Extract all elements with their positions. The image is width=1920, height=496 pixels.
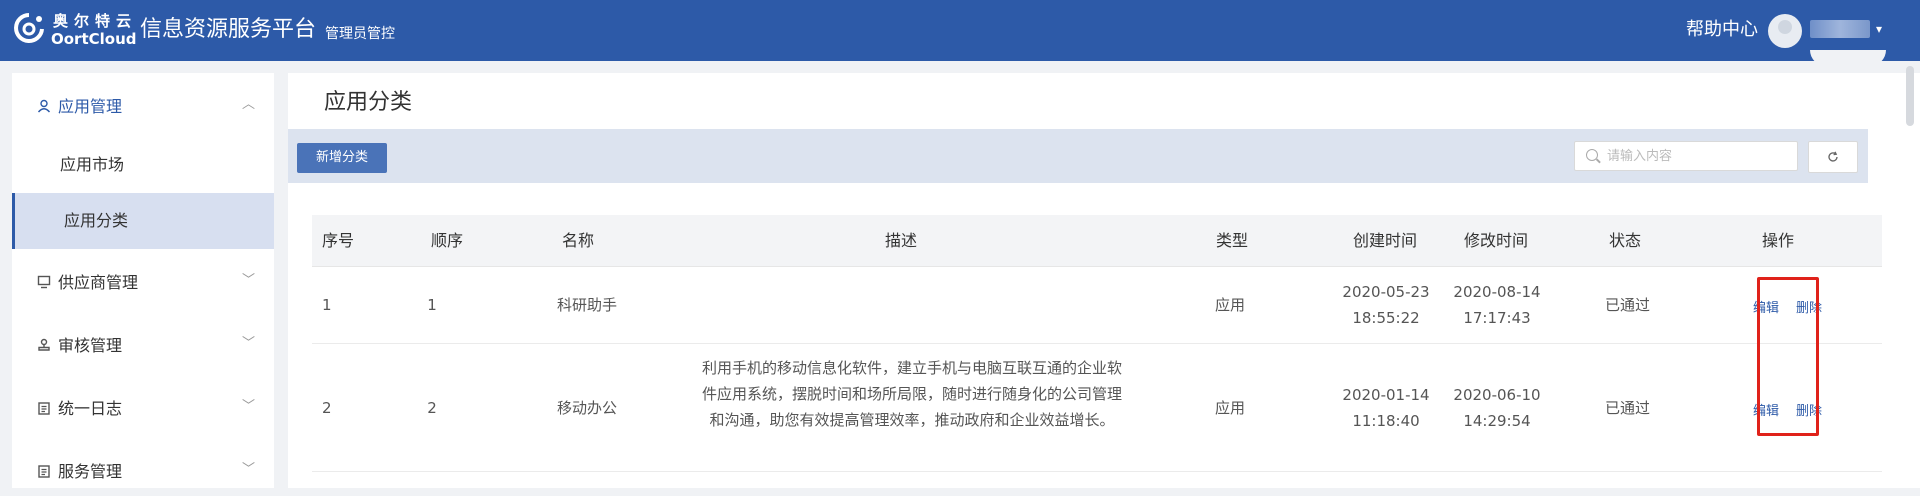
column-header-description: 描述 (885, 231, 918, 250)
page-scrollbar[interactable] (1906, 66, 1914, 126)
cell-modified-time: 17:17:43 (1463, 309, 1531, 327)
column-header-index: 序号 (322, 231, 355, 250)
search-box[interactable] (1574, 141, 1798, 171)
cell-created-time: 11:18:40 (1352, 412, 1420, 430)
edit-link[interactable]: 编辑 (1753, 400, 1779, 419)
cell-status: 已通过 (1605, 296, 1651, 314)
sidebar-group-label: 服务管理 (58, 462, 123, 481)
chevron-down-icon: ﹀ (242, 336, 256, 351)
cell-modified-time: 14:29:54 (1463, 412, 1531, 430)
user-icon (37, 99, 51, 113)
sidebar-group-label: 统一日志 (58, 399, 123, 418)
user-avatar[interactable] (1768, 14, 1802, 48)
table-header: 序号 顺序 名称 描述 类型 创建时间 修改时间 状态 操作 (312, 215, 1882, 267)
logo-text-en: OortCloud (51, 30, 137, 48)
column-header-type: 类型 (1216, 231, 1249, 250)
cell-index: 2 (322, 399, 332, 417)
page-title: 应用分类 (324, 90, 413, 115)
cell-created-date: 2020-01-14 (1342, 386, 1430, 404)
top-header: 奥尔特云 OortCloud 信息资源服务平台 管理员管控 帮助中心 ▾ (0, 0, 1920, 61)
chevron-down-icon: ﹀ (242, 273, 256, 288)
search-icon (1586, 149, 1598, 161)
cell-index: 1 (322, 296, 332, 314)
cell-modified-date: 2020-08-14 (1453, 283, 1541, 301)
cell-name: 移动办公 (557, 399, 618, 417)
sidebar-group-label: 应用管理 (58, 97, 123, 116)
clipboard-icon (37, 464, 51, 478)
cell-type: 应用 (1215, 296, 1246, 314)
user-name-blurred[interactable] (1810, 20, 1870, 38)
column-header-modified-time: 修改时间 (1464, 231, 1529, 250)
cell-order: 2 (427, 399, 437, 417)
edit-link[interactable]: 编辑 (1753, 297, 1779, 316)
sidebar-item-app-market[interactable]: 应用市场 (12, 137, 274, 193)
sidebar-group-service-management[interactable]: 服务管理 ﹀ (12, 448, 274, 496)
sidebar-item-app-category[interactable]: 应用分类 (12, 193, 274, 249)
admin-console-label: 管理员管控 (325, 26, 395, 42)
chevron-down-icon: ﹀ (242, 399, 256, 414)
sidebar-item-label: 应用市场 (60, 155, 125, 174)
cell-modified-date: 2020-06-10 (1453, 386, 1541, 404)
sidebar-group-audit-management[interactable]: 审核管理 ﹀ (12, 322, 274, 370)
column-header-actions: 操作 (1762, 231, 1795, 250)
logo-text-cn: 奥尔特云 (53, 12, 138, 30)
table-row: 1 1 科研助手 应用 2020-05-23 18:55:22 2020-08-… (312, 267, 1882, 344)
chevron-up-icon: ︿ (242, 97, 256, 112)
cell-name: 科研助手 (557, 296, 618, 314)
chevron-down-icon: ﹀ (242, 462, 256, 477)
sidebar: 应用管理 ︿ 应用市场 应用分类 供应商管理 ﹀ 审核管理 ﹀ 统一日志 ﹀ 服… (12, 73, 274, 488)
sidebar-group-unified-log[interactable]: 统一日志 ﹀ (12, 385, 274, 433)
column-header-created-time: 创建时间 (1353, 231, 1418, 250)
column-header-status: 状态 (1609, 231, 1642, 250)
app-title: 信息资源服务平台 (140, 17, 317, 42)
stamp-icon (37, 338, 51, 352)
toolbar: 新增分类 (288, 129, 1868, 183)
cell-type: 应用 (1215, 399, 1246, 417)
add-category-button[interactable]: 新增分类 (297, 143, 387, 173)
sidebar-group-supplier-management[interactable]: 供应商管理 ﹀ (12, 259, 274, 307)
oortcloud-logo-icon (14, 13, 44, 43)
sidebar-item-label: 应用分类 (64, 211, 129, 230)
refresh-button[interactable] (1808, 141, 1858, 173)
cell-created-date: 2020-05-23 (1342, 283, 1430, 301)
cell-order: 1 (427, 296, 437, 314)
sidebar-group-label: 审核管理 (58, 336, 123, 355)
cell-status: 已通过 (1605, 399, 1651, 417)
column-header-name: 名称 (562, 231, 595, 250)
table-row: 2 2 移动办公 利用手机的移动信息化软件，建立手机与电脑互联互通的企业软件应用… (312, 344, 1882, 472)
sidebar-group-label: 供应商管理 (58, 273, 139, 292)
sidebar-group-app-management[interactable]: 应用管理 ︿ (12, 83, 274, 131)
cell-created-time: 18:55:22 (1352, 309, 1420, 327)
clipboard-icon (37, 401, 51, 415)
column-header-order: 顺序 (431, 231, 464, 250)
cell-description: 利用手机的移动信息化软件，建立手机与电脑互联互通的企业软件应用系统，摆脱时间和场… (701, 359, 1122, 429)
user-menu-caret-icon[interactable]: ▾ (1876, 22, 1882, 36)
help-center-link[interactable]: 帮助中心 (1686, 19, 1758, 41)
search-input[interactable] (1607, 146, 1787, 166)
delete-link[interactable]: 删除 (1796, 297, 1822, 316)
monitor-icon (37, 275, 51, 289)
main-content: 应用分类 新增分类 序号 顺序 名称 描述 类型 创建时间 修改时间 状态 操作 (288, 73, 1920, 488)
header-pull-tab (1810, 50, 1886, 66)
delete-link[interactable]: 删除 (1796, 400, 1822, 419)
refresh-icon (1828, 151, 1838, 162)
